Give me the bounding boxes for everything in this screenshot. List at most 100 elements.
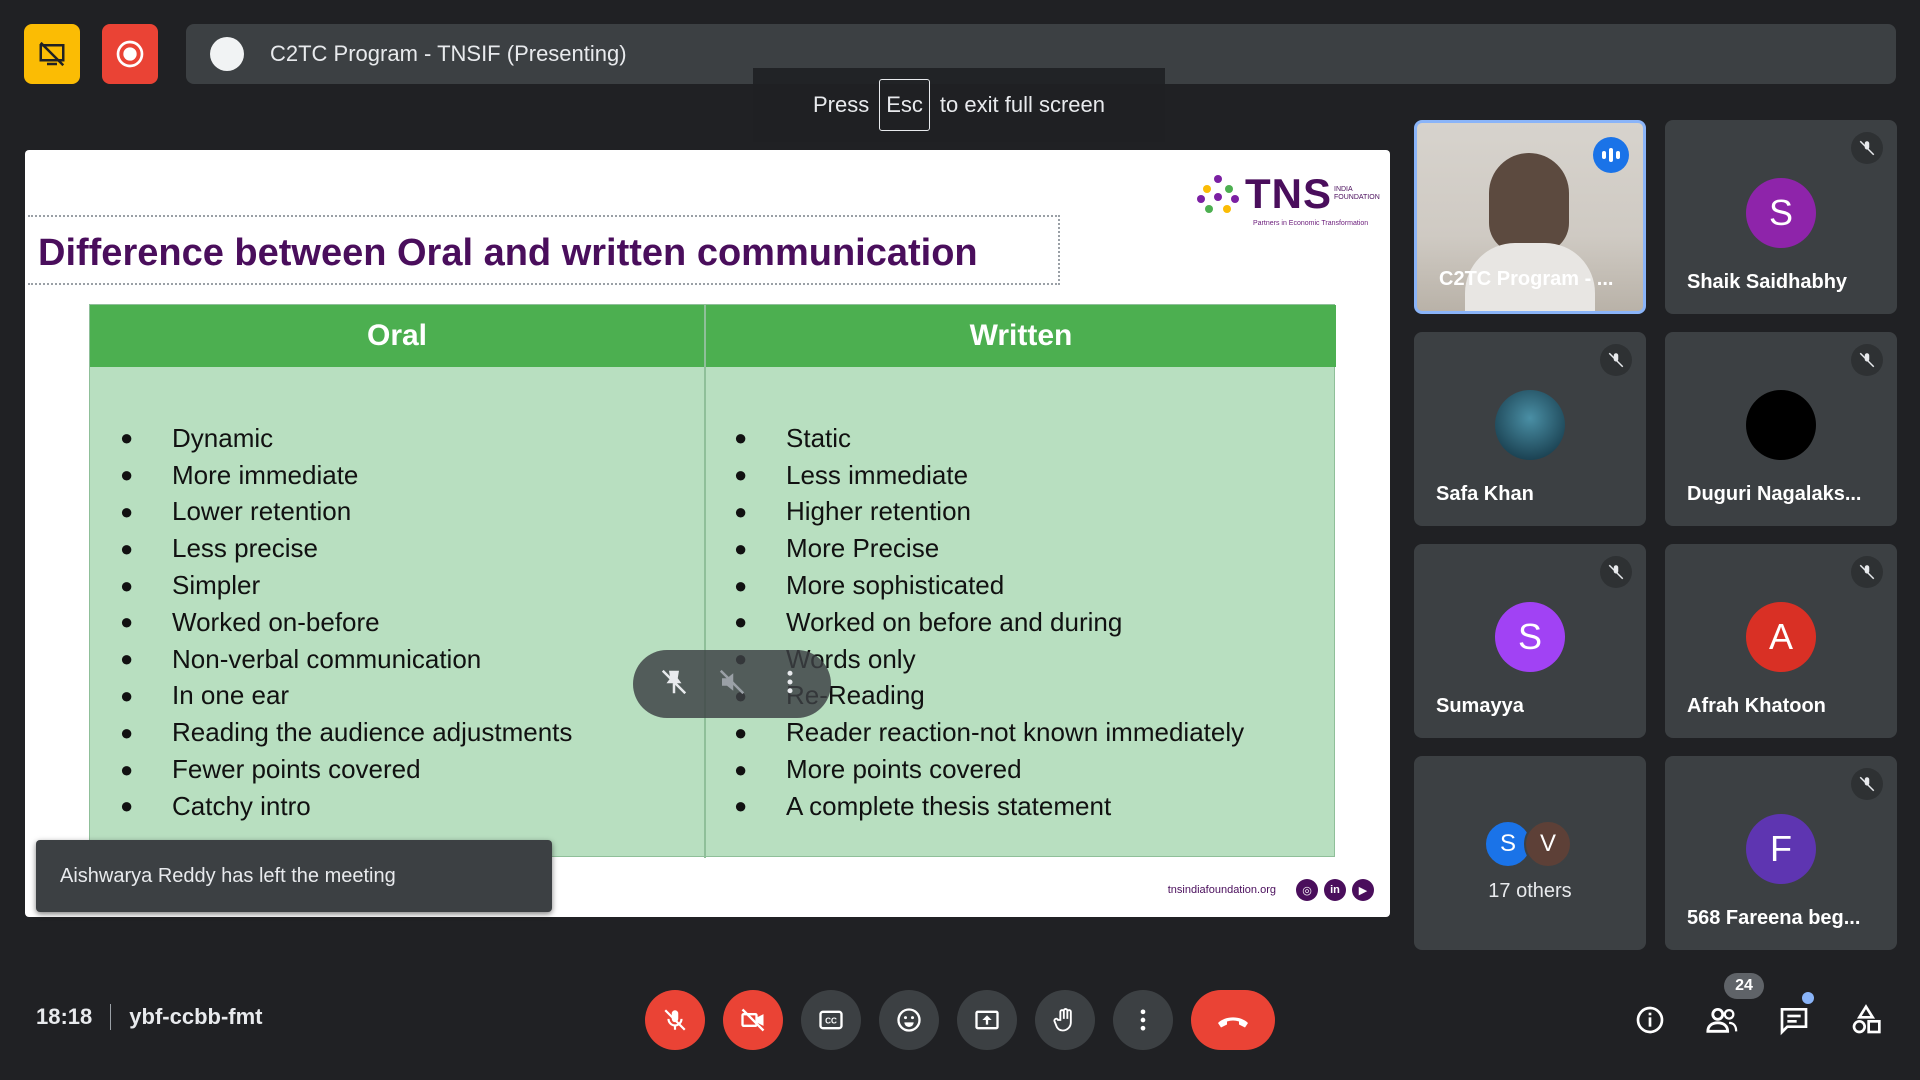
- mic-off-icon: [1600, 344, 1632, 376]
- list-item: ● Worked on-before: [120, 606, 380, 637]
- people-icon: [1706, 1007, 1738, 1033]
- captions-icon: CC: [819, 1010, 843, 1030]
- participant-tile[interactable]: F 568 Fareena beg...: [1665, 756, 1897, 950]
- mic-off-icon: [1851, 556, 1883, 588]
- avatar: S: [1746, 178, 1816, 248]
- chat-button[interactable]: [1774, 1000, 1814, 1040]
- end-call-icon: [1218, 1017, 1248, 1028]
- raise-hand-button[interactable]: [1035, 990, 1095, 1050]
- list-item: ● In one ear: [120, 680, 290, 711]
- logo-dots-icon: [1197, 173, 1239, 215]
- chat-icon: [1780, 1008, 1808, 1036]
- meeting-details: 18:18 ybf-ccbb-fmt: [36, 1004, 263, 1030]
- comparison-table: Oral Written ● Dynamic ● More immediate ● L…: [89, 304, 1336, 858]
- participant-name: 568 Fareena beg...: [1687, 907, 1861, 929]
- list-item: ● Lower retention: [120, 496, 352, 527]
- people-button[interactable]: [1702, 1000, 1742, 1040]
- recording-indicator[interactable]: [102, 24, 158, 84]
- meeting-code[interactable]: ybf-ccbb-fmt: [129, 1004, 262, 1030]
- logo-brand: TNS: [1245, 170, 1332, 217]
- activities-button[interactable]: [1846, 1000, 1886, 1040]
- divider: [110, 1004, 112, 1030]
- info-icon: [1636, 1006, 1664, 1034]
- logo-tagline: Partners in Economic Transformation: [1253, 220, 1369, 227]
- fullscreen-hint: Press Esc to exit full screen: [753, 68, 1165, 142]
- list-item: ● Reader reaction-not known immediately: [734, 717, 1245, 748]
- participant-name: C2TC Program - ...: [1439, 268, 1614, 290]
- list-item: ● Worked on before and during: [734, 606, 1123, 637]
- tns-logo: TNS INDIA FOUNDATION Partners in Economi…: [1197, 170, 1390, 227]
- participant-name: Duguri Nagalaks...: [1687, 483, 1862, 505]
- slide-title-box: Difference between Oral and written comm…: [28, 215, 1060, 285]
- avatar: F: [1746, 814, 1816, 884]
- participant-name: Afrah Khatoon: [1687, 695, 1826, 717]
- list-item: ● More sophisticated: [734, 570, 1005, 601]
- unpin-button[interactable]: [659, 667, 689, 702]
- list-item: ● More Precise: [734, 533, 940, 564]
- reactions-button[interactable]: [879, 990, 939, 1050]
- avatar: V: [1524, 820, 1572, 868]
- list-item: ● More immediate: [120, 459, 359, 490]
- presentation-slide: TNS INDIA FOUNDATION Partners in Economi…: [25, 150, 1390, 917]
- list-item: ● Static: [734, 422, 852, 453]
- avatar: [1495, 390, 1565, 460]
- emoji-icon: [897, 1008, 921, 1032]
- oral-header: Oral: [90, 305, 704, 367]
- activities-icon: [1852, 1004, 1881, 1034]
- speaking-indicator-icon: [1593, 137, 1629, 173]
- list-item: ● Simpler: [120, 570, 261, 601]
- meeting-details-button[interactable]: [1630, 1000, 1670, 1040]
- camera-off-icon: [741, 1008, 765, 1032]
- leave-call-button[interactable]: [1191, 990, 1275, 1050]
- logo-sub: INDIA FOUNDATION: [1334, 186, 1380, 201]
- others-label: 17 others: [1488, 880, 1572, 902]
- avatar: A: [1746, 602, 1816, 672]
- mute-tile-button[interactable]: [717, 667, 747, 702]
- list-item: ● Fewer points covered: [120, 754, 421, 785]
- instagram-icon: ◎: [1296, 879, 1318, 901]
- list-item: ● Less precise: [120, 533, 318, 564]
- written-list: ● Static ● Less immediate ● Higher retentio…: [734, 420, 1244, 825]
- list-item: ● Catchy intro: [120, 790, 311, 821]
- column-divider: [704, 305, 706, 858]
- participant-name: Shaik Saidhabhy: [1687, 271, 1848, 293]
- more-options-button[interactable]: [1113, 990, 1173, 1050]
- participant-tile[interactable]: Duguri Nagalaks...: [1665, 332, 1897, 526]
- list-item: ● More points covered: [734, 754, 1022, 785]
- presentation-button[interactable]: [24, 24, 80, 84]
- captions-button[interactable]: CC: [801, 990, 861, 1050]
- written-header: Written: [706, 305, 1336, 367]
- hint-press: Press: [812, 92, 870, 117]
- list-item: ● Reading the audience adjustments: [120, 717, 573, 748]
- chat-notification-dot: [1802, 992, 1814, 1004]
- participant-tile[interactable]: Safa Khan: [1414, 332, 1646, 526]
- list-item: ● Higher retention: [734, 496, 971, 527]
- mic-off-icon: [1600, 556, 1632, 588]
- microphone-button[interactable]: [645, 990, 705, 1050]
- participant-tile[interactable]: S Shaik Saidhabhy: [1665, 120, 1897, 314]
- participant-tile[interactable]: S Sumayya: [1414, 544, 1646, 738]
- svg-text:CC: CC: [825, 1017, 837, 1026]
- pin-off-icon: [661, 669, 687, 694]
- youtube-icon: ▶: [1352, 879, 1374, 901]
- footer-url: tnsindiafoundation.org: [1167, 884, 1276, 896]
- notification-toast: Aishwarya Reddy has left the meeting: [36, 840, 552, 912]
- esc-key: Esc: [879, 79, 930, 131]
- others-avatars: S V: [1484, 820, 1572, 868]
- participant-tile[interactable]: C2TC Program - ...: [1414, 120, 1646, 314]
- participant-name: Safa Khan: [1436, 483, 1534, 505]
- presenter-avatar: [210, 37, 244, 71]
- tile-more-button[interactable]: [775, 667, 805, 702]
- raise-hand-icon: [1053, 1008, 1072, 1032]
- avatar: [1746, 390, 1816, 460]
- avatar: S: [1495, 602, 1565, 672]
- others-tile[interactable]: S V 17 others: [1414, 756, 1646, 950]
- present-screen-icon: [975, 1010, 999, 1030]
- participant-name: Sumayya: [1436, 695, 1524, 717]
- slide-title: Difference between Oral and written comm…: [38, 232, 978, 274]
- camera-button[interactable]: [723, 990, 783, 1050]
- participant-tile[interactable]: A Afrah Khatoon: [1665, 544, 1897, 738]
- mic-off-icon: [1851, 132, 1883, 164]
- present-now-button[interactable]: [957, 990, 1017, 1050]
- presentation-off-icon: [39, 41, 65, 67]
